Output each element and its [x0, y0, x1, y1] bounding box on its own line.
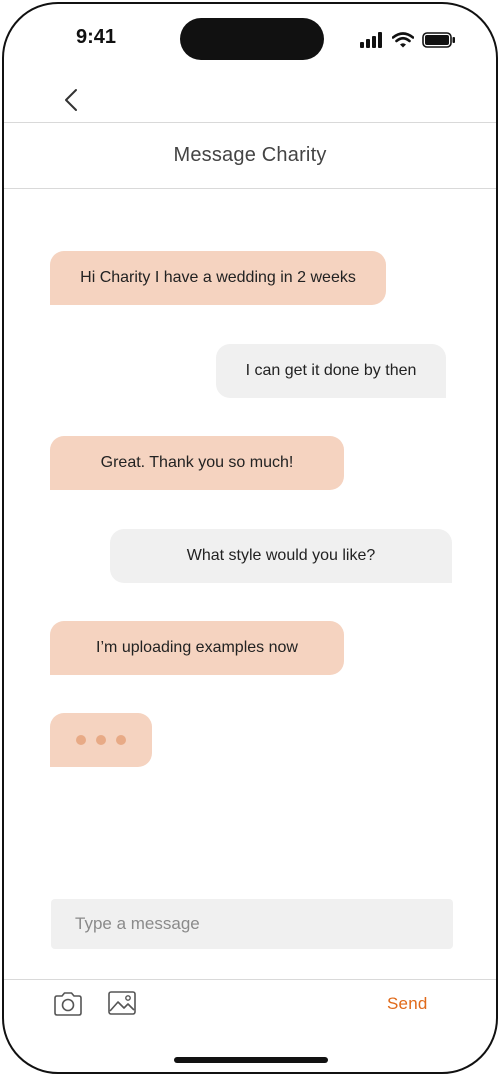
composer-divider — [4, 979, 496, 980]
message-bubble-outgoing: What style would you like? — [110, 529, 452, 583]
message-input[interactable] — [51, 899, 453, 949]
image-button[interactable] — [107, 990, 139, 1018]
page-title: Message Charity — [173, 144, 327, 166]
wifi-icon — [392, 32, 414, 48]
typing-dot — [96, 735, 106, 745]
message-bubble-incoming: Great. Thank you so much! — [50, 436, 344, 490]
battery-icon — [422, 32, 455, 48]
header-divider-top — [4, 122, 496, 123]
chevron-left-icon — [65, 89, 77, 111]
message-text: I’m uploading examples now — [96, 639, 298, 656]
message-text: Hi Charity I have a wedding in 2 weeks — [80, 269, 356, 286]
header-divider-bottom — [4, 188, 496, 189]
message-text: I can get it done by then — [245, 362, 417, 379]
phone-frame: 9:41 Message Charity Hi Charity I have a… — [2, 2, 498, 1074]
camera-icon — [54, 992, 82, 1016]
typing-dot — [76, 735, 86, 745]
image-icon — [108, 991, 136, 1015]
message-text: What style would you like? — [186, 547, 376, 564]
camera-button[interactable] — [52, 990, 84, 1018]
send-button[interactable]: Send — [387, 994, 428, 1014]
status-bar: 9:41 — [4, 4, 496, 74]
back-button[interactable] — [56, 84, 86, 116]
status-icons — [360, 30, 456, 50]
typing-indicator — [50, 713, 152, 767]
typing-dot — [116, 735, 126, 745]
message-bubble-outgoing: I can get it done by then — [216, 344, 446, 398]
message-bubble-incoming: Hi Charity I have a wedding in 2 weeks — [50, 251, 386, 305]
message-bubble-incoming: I’m uploading examples now — [50, 621, 344, 675]
home-indicator — [174, 1057, 328, 1063]
status-time: 9:41 — [76, 26, 117, 48]
signal-icon — [360, 32, 382, 48]
dynamic-island — [180, 18, 324, 60]
message-text: Great. Thank you so much! — [100, 454, 294, 471]
